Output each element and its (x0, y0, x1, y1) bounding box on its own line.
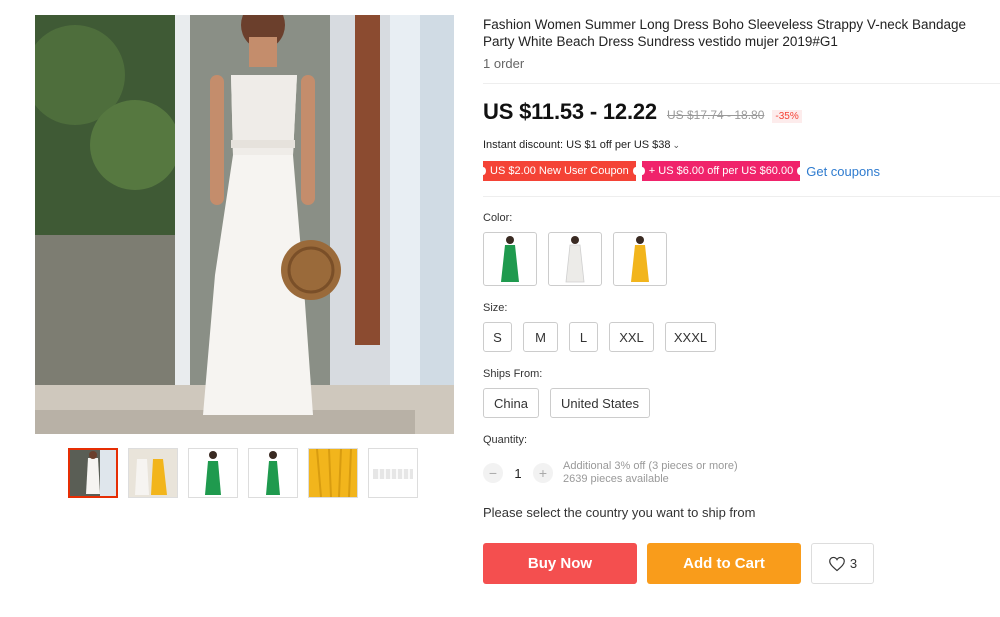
divider (483, 83, 1000, 84)
bulk-discount-note: Additional 3% off (3 pieces or more) (563, 460, 738, 472)
minus-icon[interactable]: − (483, 463, 503, 483)
thumbnail-yellow-dress-front[interactable] (128, 448, 178, 498)
color-options (483, 232, 667, 286)
size-option-xxl[interactable]: XXL (609, 322, 654, 352)
new-user-coupon[interactable]: US $2.00 New User Coupon (480, 161, 639, 181)
size-option-s[interactable]: S (483, 322, 512, 352)
product-title: Fashion Women Summer Long Dress Boho Sle… (483, 17, 967, 49)
main-product-image[interactable] (35, 15, 454, 434)
heart-icon (829, 556, 845, 571)
quantity-note: Additional 3% off (3 pieces or more) 263… (563, 460, 738, 486)
divider (483, 196, 1000, 197)
thumbnail-size-chart[interactable] (368, 448, 418, 498)
coupon-row: US $2.00 New User Coupon + US $6.00 off … (480, 161, 880, 181)
quantity-value[interactable]: 1 (503, 466, 533, 481)
wishlist-button[interactable]: 3 (811, 543, 874, 584)
size-option-m[interactable]: M (523, 322, 558, 352)
ship-from-china[interactable]: China (483, 388, 539, 418)
stock-available: 2639 pieces available (563, 473, 669, 485)
size-options: S M L XXL XXXL (483, 322, 716, 352)
get-coupons-link[interactable]: Get coupons (806, 164, 880, 179)
buy-now-button[interactable]: Buy Now (483, 543, 637, 584)
chevron-down-icon: ⌄ (672, 140, 681, 150)
store-coupon[interactable]: + US $6.00 off per US $60.00 (638, 161, 804, 181)
plus-icon[interactable]: + (533, 463, 553, 483)
size-option-l[interactable]: L (569, 322, 598, 352)
size-option-xxxl[interactable]: XXXL (665, 322, 716, 352)
current-price: US $11.53 - 12.22 (483, 99, 657, 124)
thumbnail-white-dress[interactable] (68, 448, 118, 498)
ships-from-options: China United States (483, 388, 651, 418)
add-to-cart-button[interactable]: Add to Cart (647, 543, 801, 584)
order-count: 1 order (483, 56, 525, 71)
ship-from-united-states[interactable]: United States (549, 388, 651, 418)
ship-from-message: Please select the country you want to sh… (483, 505, 756, 520)
color-swatch-green[interactable] (483, 232, 537, 286)
ships-from-label: Ships From: (483, 368, 543, 380)
original-price: US $17.74 - 18.80 (666, 108, 765, 122)
wishlist-count: 3 (849, 556, 858, 571)
thumbnail-green-dress[interactable] (188, 448, 238, 498)
thumbnail-strip (68, 448, 418, 498)
thumbnail-green-dress-side[interactable] (248, 448, 298, 498)
color-swatch-white[interactable] (548, 232, 602, 286)
instant-discount-text: Instant discount: US $1 off per US $38 (483, 139, 671, 151)
instant-discount[interactable]: Instant discount: US $1 off per US $38 ⌄ (483, 139, 680, 151)
action-bar: Buy Now Add to Cart 3 (483, 543, 874, 584)
size-label: Size: (483, 302, 508, 314)
color-swatch-yellow[interactable] (613, 232, 667, 286)
thumbnail-yellow-fabric[interactable] (308, 448, 358, 498)
quantity-label: Quantity: (483, 434, 528, 446)
quantity-stepper: − 1 + Additional 3% off (3 pieces or mor… (483, 460, 738, 486)
discount-badge: -35% (772, 110, 802, 123)
product-info: Fashion Women Summer Long Dress Boho Sle… (483, 16, 998, 71)
color-label: Color: (483, 212, 513, 224)
price-row: US $11.53 - 12.22 US $17.74 - 18.80 -35% (483, 99, 802, 125)
